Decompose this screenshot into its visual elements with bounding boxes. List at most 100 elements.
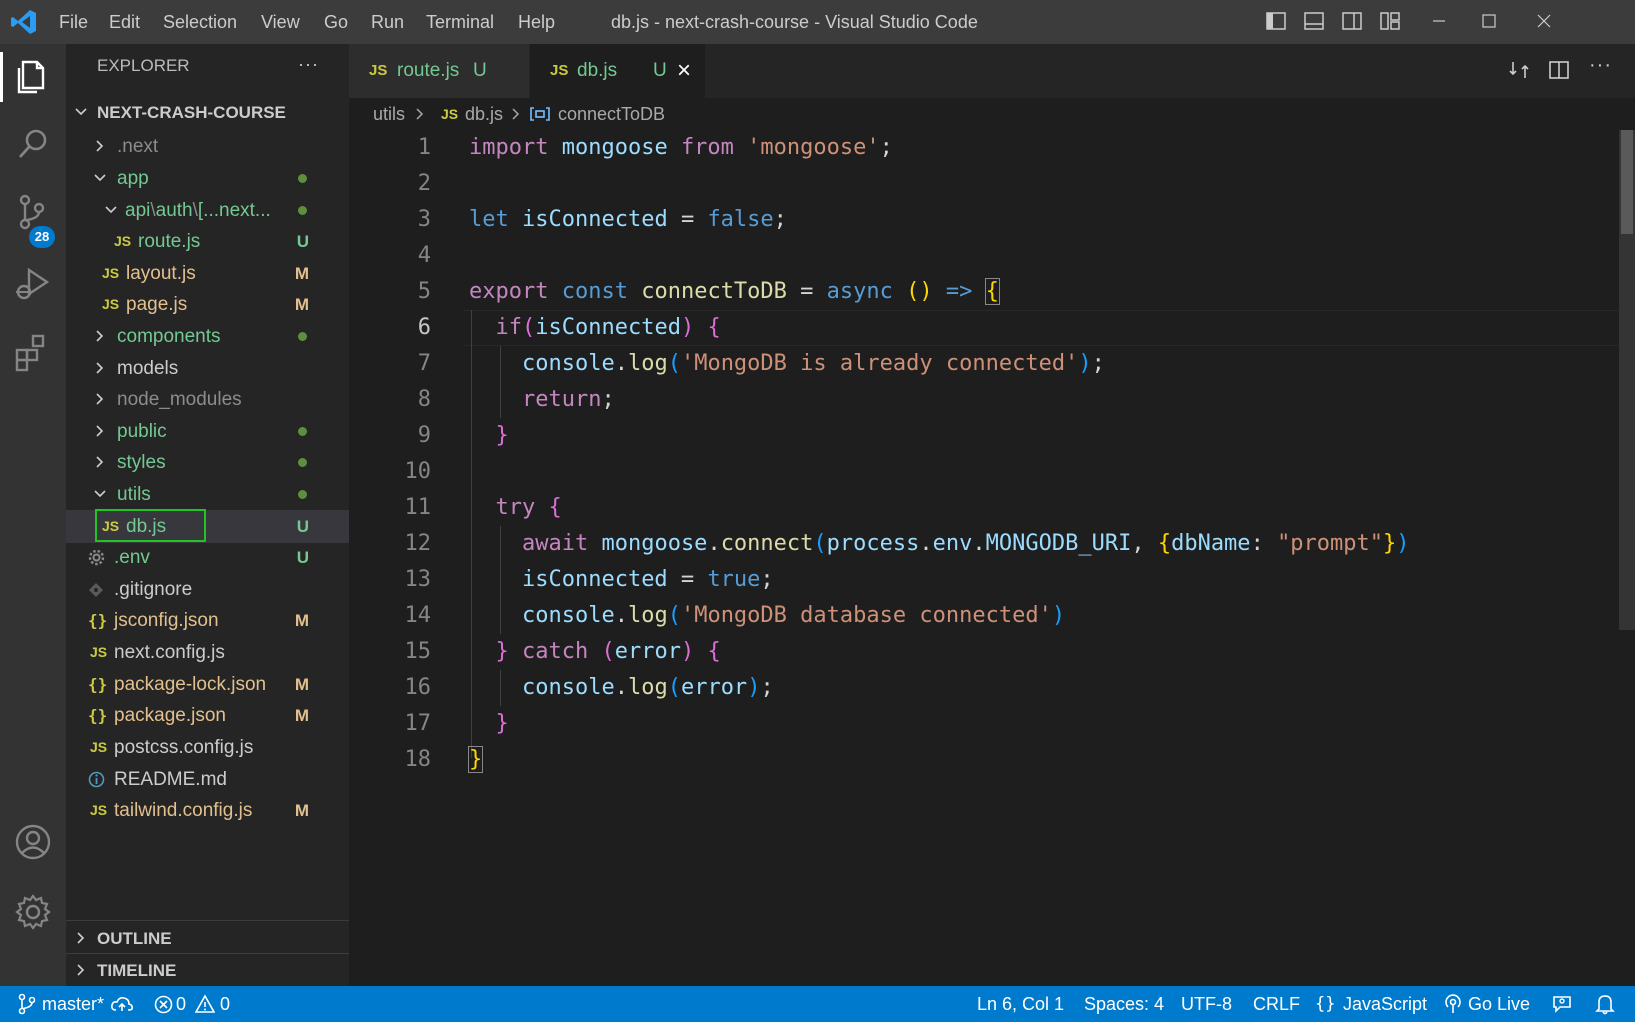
code-line[interactable]: export const connectToDB = async () => { bbox=[469, 274, 1000, 310]
breadcrumb-connecttodb[interactable]: connectToDB bbox=[558, 98, 665, 130]
tree-item-models[interactable]: models bbox=[66, 352, 349, 385]
menu-edit[interactable]: Edit bbox=[109, 0, 140, 44]
outline-section-header[interactable]: OUTLINE bbox=[66, 922, 349, 955]
tree-item-env[interactable]: .env U bbox=[66, 541, 349, 574]
workspace-root-folder[interactable]: NEXT-CRASH-COURSE bbox=[66, 96, 349, 129]
run-debug-icon[interactable] bbox=[11, 262, 55, 306]
code-line[interactable]: try { bbox=[469, 490, 562, 526]
eol-status[interactable]: CRLF bbox=[1253, 986, 1300, 1022]
close-window-icon[interactable] bbox=[1533, 10, 1555, 32]
tree-item-jsconfig-json[interactable]: {} jsconfig.json M bbox=[66, 604, 349, 637]
tree-item-page-js[interactable]: JS page.js M bbox=[66, 288, 349, 321]
token: error bbox=[614, 639, 681, 664]
tab-db-js-active[interactable]: JS db.js U × bbox=[530, 44, 705, 98]
code-line[interactable]: return; bbox=[469, 382, 615, 418]
settings-gear-icon[interactable] bbox=[11, 890, 55, 934]
code-line[interactable]: import mongoose from 'mongoose'; bbox=[469, 130, 893, 166]
menu-run[interactable]: Run bbox=[371, 0, 404, 44]
cursor-position[interactable]: Ln 6, Col 1 bbox=[977, 986, 1064, 1022]
tree-item-route-js[interactable]: JS route.js U bbox=[66, 225, 349, 258]
tree-item-gitignore[interactable]: .gitignore bbox=[66, 573, 349, 606]
tree-item-styles[interactable]: styles bbox=[66, 446, 349, 479]
menu-go[interactable]: Go bbox=[324, 0, 348, 44]
encoding-status[interactable]: UTF-8 bbox=[1181, 986, 1232, 1022]
toggle-secondary-sidebar-icon[interactable] bbox=[1341, 10, 1363, 32]
breadcrumb-chevron-icon bbox=[416, 108, 424, 120]
tree-item-label: node_modules bbox=[117, 389, 242, 410]
code-line[interactable]: let isConnected = false; bbox=[469, 202, 787, 238]
menu-help[interactable]: Help bbox=[518, 0, 555, 44]
tree-item-package-json[interactable]: {} package.json M bbox=[66, 699, 349, 732]
minimize-icon[interactable] bbox=[1428, 10, 1450, 32]
sync-cloud-icon[interactable] bbox=[110, 994, 134, 1014]
menu-view[interactable]: View bbox=[261, 0, 300, 44]
tree-item-api-auth[interactable]: api\auth\[...next... bbox=[66, 194, 349, 227]
indentation-status[interactable]: Spaces: 4 bbox=[1084, 986, 1164, 1022]
tree-item-postcss-config-js[interactable]: JS postcss.config.js bbox=[66, 731, 349, 764]
code-line[interactable]: await mongoose.connect(process.env.MONGO… bbox=[469, 526, 1410, 562]
tree-item-readme-md[interactable]: README.md bbox=[66, 763, 349, 796]
toggle-primary-sidebar-icon[interactable] bbox=[1265, 10, 1287, 32]
search-icon[interactable] bbox=[11, 122, 55, 166]
token: import bbox=[469, 135, 549, 160]
split-editor-icon[interactable] bbox=[1547, 58, 1571, 82]
extensions-icon[interactable] bbox=[11, 330, 55, 374]
menu-file[interactable]: File bbox=[59, 0, 88, 44]
code-line[interactable]: console.log(error); bbox=[469, 670, 774, 706]
accounts-icon[interactable] bbox=[11, 820, 55, 864]
compare-changes-icon[interactable] bbox=[1507, 58, 1531, 82]
tree-item-node-modules[interactable]: node_modules bbox=[66, 383, 349, 416]
language-mode[interactable]: JavaScript bbox=[1343, 986, 1427, 1022]
explorer-icon[interactable] bbox=[11, 54, 55, 98]
js-file-icon: JS bbox=[102, 296, 120, 312]
tree-item-package-lock-json[interactable]: {} package-lock.json M bbox=[66, 668, 349, 701]
tree-item-tailwind-config-js[interactable]: JS tailwind.config.js M bbox=[66, 794, 349, 827]
tree-item-utils[interactable]: utils bbox=[66, 478, 349, 511]
path-segment-auth[interactable]: auth bbox=[156, 200, 193, 221]
token: = bbox=[786, 279, 827, 304]
tree-item-components[interactable]: components bbox=[66, 320, 349, 353]
code-line[interactable]: console.log('MongoDB is already connecte… bbox=[469, 346, 1105, 382]
timeline-section-header[interactable]: TIMELINE bbox=[66, 954, 349, 987]
tree-item-db-js-selected[interactable]: JS db.js U bbox=[66, 509, 349, 543]
close-tab-icon[interactable]: × bbox=[677, 44, 691, 98]
tree-item-layout-js[interactable]: JS layout.js M bbox=[66, 257, 349, 290]
editor-more-actions-icon[interactable]: ··· bbox=[1589, 54, 1612, 77]
token: ) bbox=[680, 315, 695, 340]
breadcrumb-db-js[interactable]: db.js bbox=[465, 98, 503, 130]
explorer-more-actions-icon[interactable]: ··· bbox=[298, 54, 319, 75]
customize-layout-icon[interactable] bbox=[1379, 10, 1401, 32]
tree-item-next[interactable]: .next bbox=[66, 130, 349, 163]
error-count[interactable]: 0 bbox=[176, 986, 186, 1022]
tree-item-next-config-js[interactable]: JS next.config.js bbox=[66, 636, 349, 669]
toggle-panel-icon[interactable] bbox=[1303, 10, 1325, 32]
menu-selection[interactable]: Selection bbox=[163, 0, 237, 44]
code-line[interactable]: } catch (error) { bbox=[469, 634, 721, 670]
line-number: 9 bbox=[417, 423, 431, 448]
menu-terminal[interactable]: Terminal bbox=[426, 0, 494, 44]
path-segment-nextauth[interactable]: [...next... bbox=[198, 200, 271, 221]
code-line[interactable]: } bbox=[467, 742, 484, 778]
notifications-bell-icon[interactable] bbox=[1595, 993, 1615, 1015]
code-line[interactable]: isConnected = true; bbox=[469, 562, 774, 598]
path-segment-api[interactable]: api bbox=[125, 200, 150, 221]
tab-route-js[interactable]: JS route.js U bbox=[349, 44, 529, 98]
code-line[interactable]: } bbox=[469, 418, 509, 454]
maximize-icon[interactable] bbox=[1478, 10, 1500, 32]
tree-item-label: .env bbox=[114, 547, 150, 568]
code-line[interactable]: } bbox=[469, 706, 509, 742]
code-line-current[interactable]: if(isConnected) { bbox=[469, 310, 721, 346]
breadcrumb-utils[interactable]: utils bbox=[373, 98, 405, 130]
warning-count[interactable]: 0 bbox=[220, 986, 230, 1022]
code-line[interactable]: console.log('MongoDB database connected'… bbox=[469, 598, 1065, 634]
tree-item-public[interactable]: public bbox=[66, 415, 349, 448]
feedback-icon[interactable] bbox=[1551, 994, 1573, 1014]
changes-dot bbox=[298, 206, 307, 215]
tree-item-app[interactable]: app bbox=[66, 162, 349, 195]
scrollbar-thumb[interactable] bbox=[1621, 130, 1633, 234]
git-branch-status[interactable]: master* bbox=[42, 986, 104, 1022]
go-live-button[interactable]: Go Live bbox=[1468, 986, 1530, 1022]
